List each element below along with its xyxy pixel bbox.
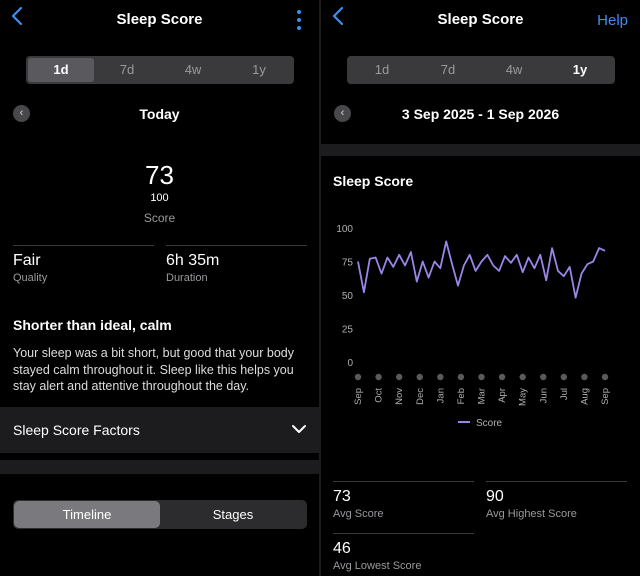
top-bar: Sleep Score Help xyxy=(321,0,640,40)
month-marker xyxy=(437,373,444,381)
month-marker xyxy=(601,373,609,381)
legend-label: Score xyxy=(476,418,503,429)
chevron-down-icon xyxy=(292,425,306,433)
tab-timeline[interactable]: Timeline xyxy=(14,501,160,528)
x-tick-label: Apr xyxy=(497,388,508,403)
avg-score-label: Avg Score xyxy=(333,508,384,520)
avg-score-stat: 73 Avg Score xyxy=(333,481,474,520)
x-tick-label: Mar xyxy=(477,388,488,404)
top-bar: Sleep Score xyxy=(0,0,319,40)
tab-stages[interactable]: Stages xyxy=(160,501,306,528)
range-4w[interactable]: 4w xyxy=(481,58,547,82)
x-tick-label: Nov xyxy=(394,388,405,405)
x-tick-label: Oct xyxy=(374,388,385,403)
range-7d[interactable]: 7d xyxy=(415,58,481,82)
y-tick-label: 25 xyxy=(342,325,354,336)
x-tick-label: Jun xyxy=(538,388,549,403)
avg-lowest-value: 46 xyxy=(333,540,351,557)
range-1d[interactable]: 1d xyxy=(349,58,415,82)
range-1y[interactable]: 1y xyxy=(226,58,292,82)
month-marker xyxy=(395,373,403,381)
date-label: Today xyxy=(139,106,180,122)
month-marker xyxy=(416,373,423,381)
x-tick-label: Sep xyxy=(600,388,611,405)
range-1d[interactable]: 1d xyxy=(28,58,94,82)
x-tick-label: Dec xyxy=(415,388,426,405)
x-tick-label: Aug xyxy=(579,388,590,405)
page-title: Sleep Score xyxy=(437,11,524,28)
month-marker xyxy=(457,373,465,381)
range-1y[interactable]: 1y xyxy=(547,58,613,82)
sleep-score-chart: 0 25 50 75 100 Sep Oct Nov Dec Jan Feb Mar Apr May Jun… xyxy=(336,224,611,429)
range-7d[interactable]: 7d xyxy=(94,58,160,82)
y-tick-label: 100 xyxy=(336,224,353,235)
sleep-score-factors-row[interactable]: Sleep Score Factors xyxy=(0,407,319,453)
duration-value: 6h 35m xyxy=(166,252,220,269)
section-divider xyxy=(0,460,319,474)
score-max: 100 xyxy=(150,192,169,204)
month-marker xyxy=(498,373,506,381)
left-panel: Sleep Score 1d 7d 4w 1y ‹ Today 73 100 S… xyxy=(0,0,319,576)
insight-headline: Shorter than ideal, calm xyxy=(13,317,172,333)
avg-highest-value: 90 xyxy=(486,488,504,505)
range-4w[interactable]: 4w xyxy=(160,58,226,82)
avg-lowest-stat: 46 Avg Lowest Score xyxy=(333,533,474,572)
quality-label: Quality xyxy=(13,272,48,284)
y-tick-label: 0 xyxy=(347,358,353,369)
duration-stat: 6h 35m Duration xyxy=(166,245,307,284)
right-panel: Sleep Score Help 1d 7d 4w 1y ‹ 3 Sep 202… xyxy=(321,0,640,576)
page-title: Sleep Score xyxy=(116,11,203,28)
view-toggle: Timeline Stages xyxy=(13,500,307,529)
quality-stat: Fair Quality xyxy=(13,245,154,284)
month-marker xyxy=(560,373,568,381)
avg-highest-label: Avg Highest Score xyxy=(486,508,577,520)
more-options-icon[interactable] xyxy=(295,10,303,30)
section-divider xyxy=(321,144,640,156)
month-marker xyxy=(519,373,526,381)
x-tick-label: May xyxy=(518,388,529,406)
date-range-label: 3 Sep 2025 - 1 Sep 2026 xyxy=(401,106,560,122)
score-value: 73 xyxy=(145,160,174,190)
date-navigator: ‹ Today xyxy=(0,104,319,124)
x-tick-label: Feb xyxy=(456,388,467,404)
month-marker xyxy=(478,373,485,381)
month-marker xyxy=(375,373,382,381)
x-tick-label: Jul xyxy=(559,388,570,400)
help-link[interactable]: Help xyxy=(597,12,628,29)
score-label: Score xyxy=(143,211,176,225)
avg-lowest-label: Avg Lowest Score xyxy=(333,560,422,572)
series-line xyxy=(357,240,606,299)
range-selector: 1d 7d 4w 1y xyxy=(26,56,294,84)
avg-score-value: 73 xyxy=(333,488,351,505)
date-navigator: ‹ 3 Sep 2025 - 1 Sep 2026 xyxy=(321,104,640,124)
month-marker xyxy=(581,373,588,381)
y-tick-label: 50 xyxy=(342,291,354,302)
x-tick-label: Jan xyxy=(435,388,446,403)
insight-body: Your sleep was a bit short, but good tha… xyxy=(13,346,294,393)
duration-label: Duration xyxy=(166,272,208,284)
y-tick-label: 75 xyxy=(342,258,354,269)
month-marker xyxy=(540,373,547,381)
factors-label: Sleep Score Factors xyxy=(13,422,140,438)
range-selector: 1d 7d 4w 1y xyxy=(347,56,615,84)
avg-highest-stat: 90 Avg Highest Score xyxy=(486,481,627,520)
month-marker xyxy=(354,373,362,381)
x-tick-label: Sep xyxy=(353,388,364,405)
quality-value: Fair xyxy=(13,252,41,269)
chart-title: Sleep Score xyxy=(333,173,414,189)
